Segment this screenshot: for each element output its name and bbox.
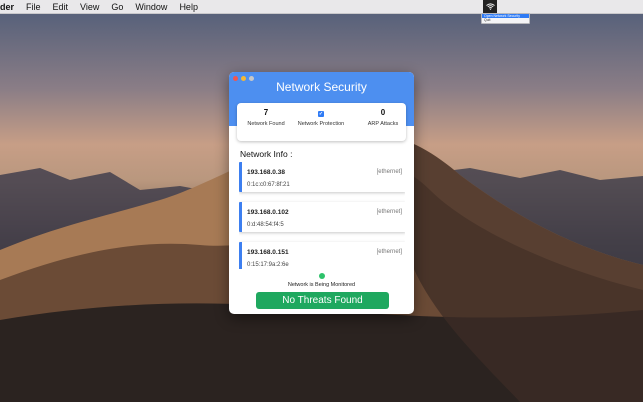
stat-value-network-found: 7 bbox=[263, 108, 269, 117]
network-type: [ethernet] bbox=[376, 249, 402, 255]
network-mac: 0:d:48:54:f4:5 bbox=[247, 222, 284, 228]
network-mac: 0:1c:c0:67:8f:21 bbox=[247, 182, 290, 188]
network-ip: 193.168.0.38 bbox=[247, 169, 285, 176]
list-item[interactable]: 193.168.0.151 [ethernet] 0:15:17:9a:2:6e bbox=[239, 242, 405, 269]
menu-bar: der File Edit View Go Window Help bbox=[0, 0, 643, 14]
network-type: [ethernet] bbox=[376, 169, 402, 175]
network-ip: 193.168.0.102 bbox=[247, 209, 289, 216]
menu-view[interactable]: View bbox=[80, 2, 99, 12]
network-info-heading: Network Info : bbox=[240, 149, 293, 159]
stats-card: 7 Network Found ✓ Network Protection 0 A… bbox=[237, 103, 406, 141]
menu-window[interactable]: Window bbox=[135, 2, 167, 12]
no-threats-found-button[interactable]: No Threats Found bbox=[256, 292, 389, 309]
stat-label-network-protection: Network Protection bbox=[297, 121, 345, 127]
list-item[interactable]: 193.168.0.102 [ethernet] 0:d:48:54:f4:5 bbox=[239, 202, 405, 232]
wifi-glyph-icon bbox=[485, 3, 495, 10]
list-item[interactable]: 193.168.0.38 [ethernet] 0:1c:c0:67:8f:21 bbox=[239, 162, 405, 192]
menu-item-quit[interactable]: Quit bbox=[482, 18, 529, 22]
network-list[interactable]: 193.168.0.38 [ethernet] 0:1c:c0:67:8f:21… bbox=[239, 162, 405, 269]
checkbox-checked-icon[interactable]: ✓ bbox=[318, 111, 324, 117]
network-mac: 0:15:17:9a:2:6e bbox=[247, 262, 289, 268]
network-type: [ethernet] bbox=[376, 209, 402, 215]
stat-value-network-protection: ✓ bbox=[296, 108, 346, 118]
monitoring-status-dot-icon bbox=[319, 273, 325, 279]
window-title: Network Security bbox=[276, 80, 367, 94]
menu-go[interactable]: Go bbox=[111, 2, 123, 12]
stat-network-found: 7 Network Found bbox=[241, 108, 291, 128]
network-ip: 193.168.0.151 bbox=[247, 249, 289, 256]
status-menu-dropdown: Open Network Security Quit bbox=[481, 13, 530, 24]
stat-value-arp-attacks: 0 bbox=[380, 108, 386, 117]
stat-label-arp-attacks: ARP Attacks bbox=[367, 121, 399, 127]
stat-label-network-found: Network Found bbox=[247, 121, 285, 127]
stat-arp-attacks: 0 ARP Attacks bbox=[358, 108, 408, 128]
wifi-icon[interactable] bbox=[483, 0, 497, 13]
menu-help[interactable]: Help bbox=[179, 2, 198, 12]
menu-file[interactable]: File bbox=[26, 2, 41, 12]
menu-app-name[interactable]: der bbox=[0, 2, 14, 12]
stat-network-protection: ✓ Network Protection bbox=[296, 108, 346, 128]
monitoring-status-text: Network is Being Monitored bbox=[287, 282, 356, 288]
menu-edit[interactable]: Edit bbox=[53, 2, 69, 12]
network-security-window: Network Security 7 Network Found ✓ Netwo… bbox=[229, 72, 414, 314]
